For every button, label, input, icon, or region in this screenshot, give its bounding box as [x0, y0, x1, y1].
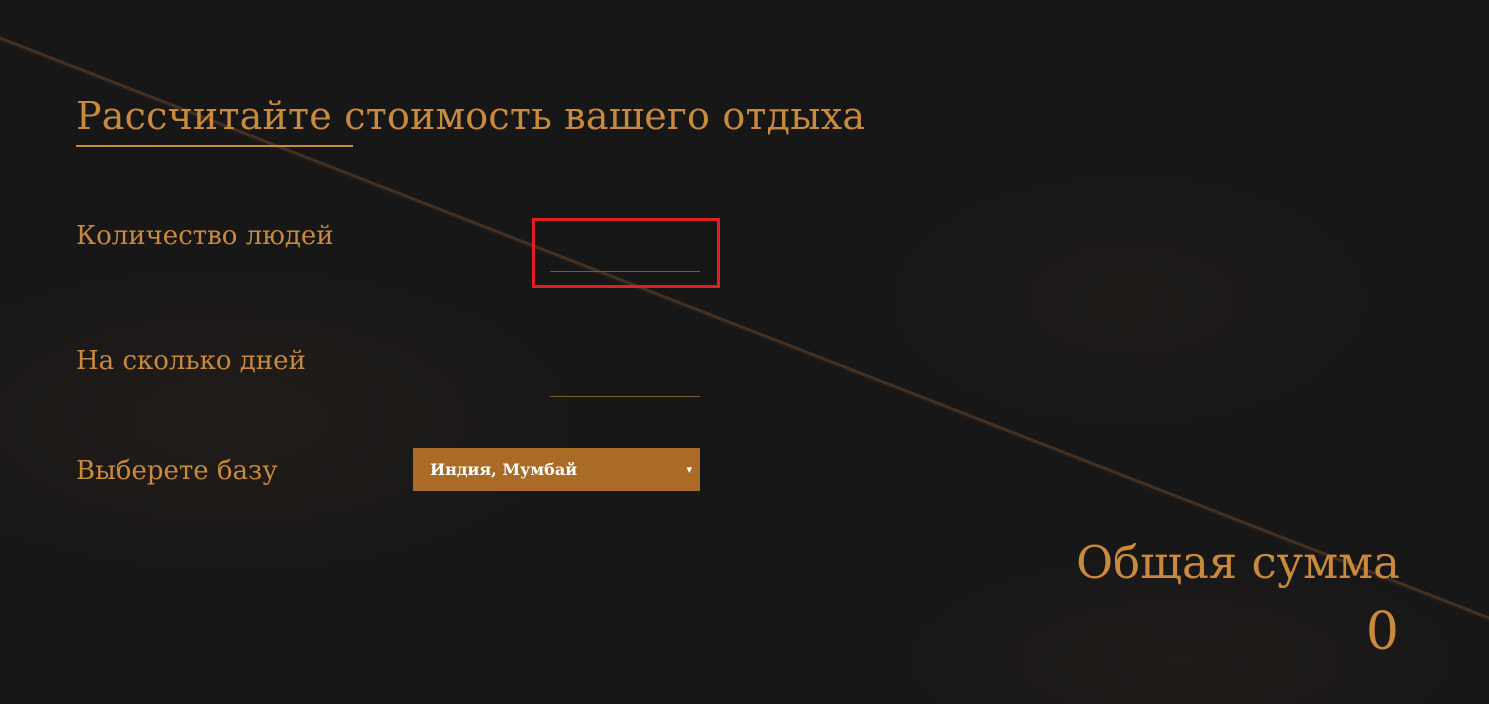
- title-underline: [76, 145, 353, 147]
- days-count-label: На сколько дней: [76, 346, 306, 376]
- base-select-label: Выберете базу: [76, 456, 278, 486]
- base-select-value: Индия, Мумбай: [430, 460, 578, 479]
- calculator-title: Рассчитайте стоимость вашего отдыха: [76, 94, 866, 138]
- people-count-label: Количество людей: [76, 221, 334, 251]
- cost-calculator-page: Рассчитайте стоимость вашего отдыха Коли…: [0, 0, 1489, 704]
- chevron-down-icon: ▾: [686, 463, 692, 476]
- days-count-input[interactable]: [550, 369, 700, 397]
- base-select[interactable]: Индия, Мумбай ▾: [413, 448, 700, 491]
- people-count-input[interactable]: [550, 244, 700, 272]
- total-sum-value: 0: [1365, 602, 1399, 662]
- total-sum-label: Общая сумма: [1076, 536, 1400, 589]
